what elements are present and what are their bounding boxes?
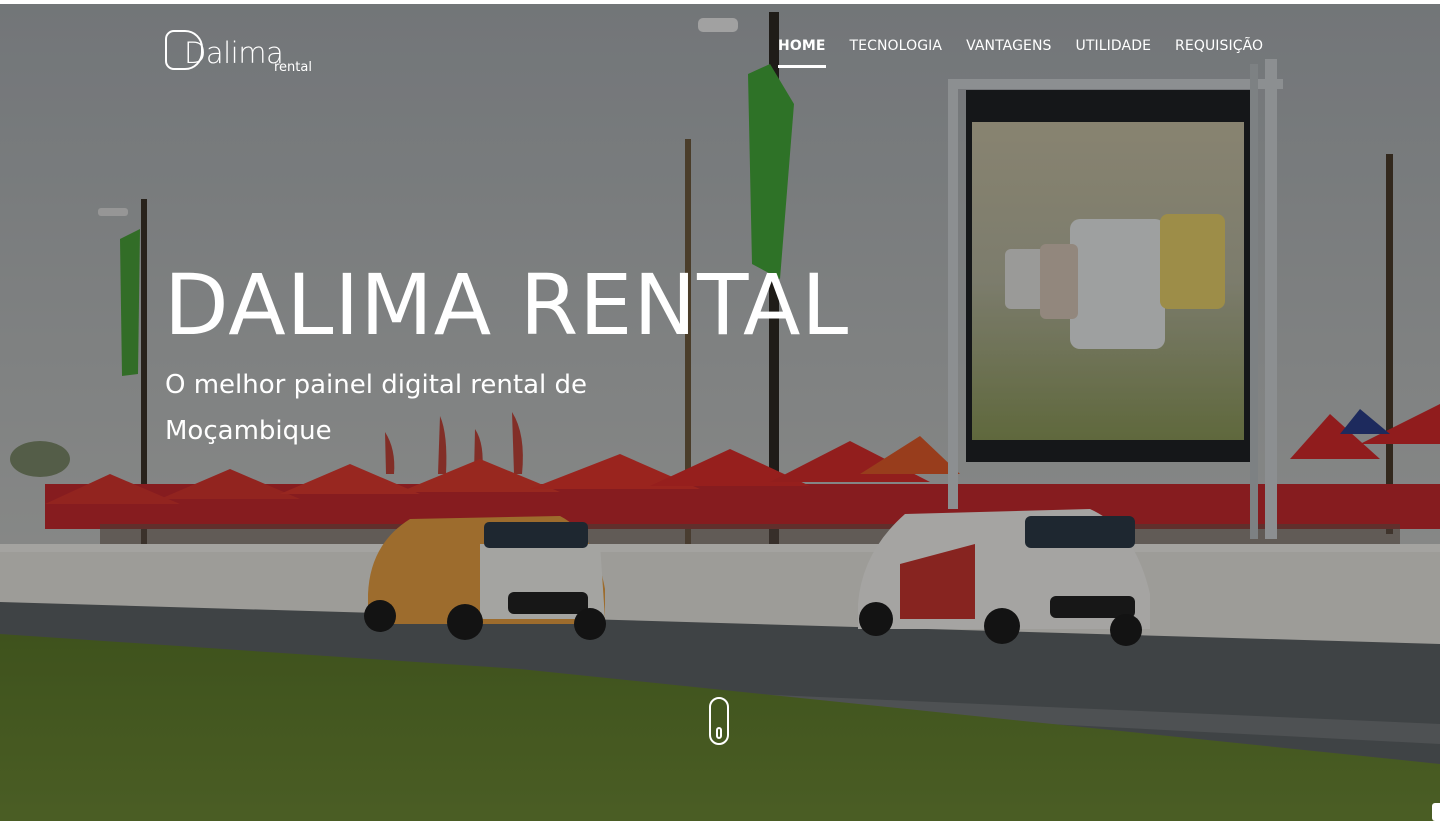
logo-name: Dalima — [184, 36, 284, 70]
corner-scroll-tab[interactable] — [1432, 803, 1440, 821]
scroll-wheel-dot — [716, 727, 722, 739]
mouse-scroll-icon[interactable] — [709, 697, 729, 745]
hero-subtitle: O melhor painel digital rental de Moçamb… — [165, 370, 588, 446]
nav-vantagens[interactable]: VANTAGENS — [966, 38, 1051, 68]
hero-title: DALIMA RENTAL — [164, 256, 850, 354]
logo-subtitle: rental — [274, 60, 312, 75]
nav-requisicao[interactable]: REQUISIÇÃO — [1175, 38, 1263, 68]
nav-home[interactable]: HOME — [778, 38, 826, 68]
dalima-logo[interactable]: Dalima rental — [164, 28, 316, 78]
main-nav: HOME TECNOLOGIA VANTAGENS UTILIDADE REQU… — [778, 38, 1287, 68]
nav-utilidade[interactable]: UTILIDADE — [1076, 38, 1152, 68]
nav-tecnologia[interactable]: TECNOLOGIA — [850, 38, 943, 68]
